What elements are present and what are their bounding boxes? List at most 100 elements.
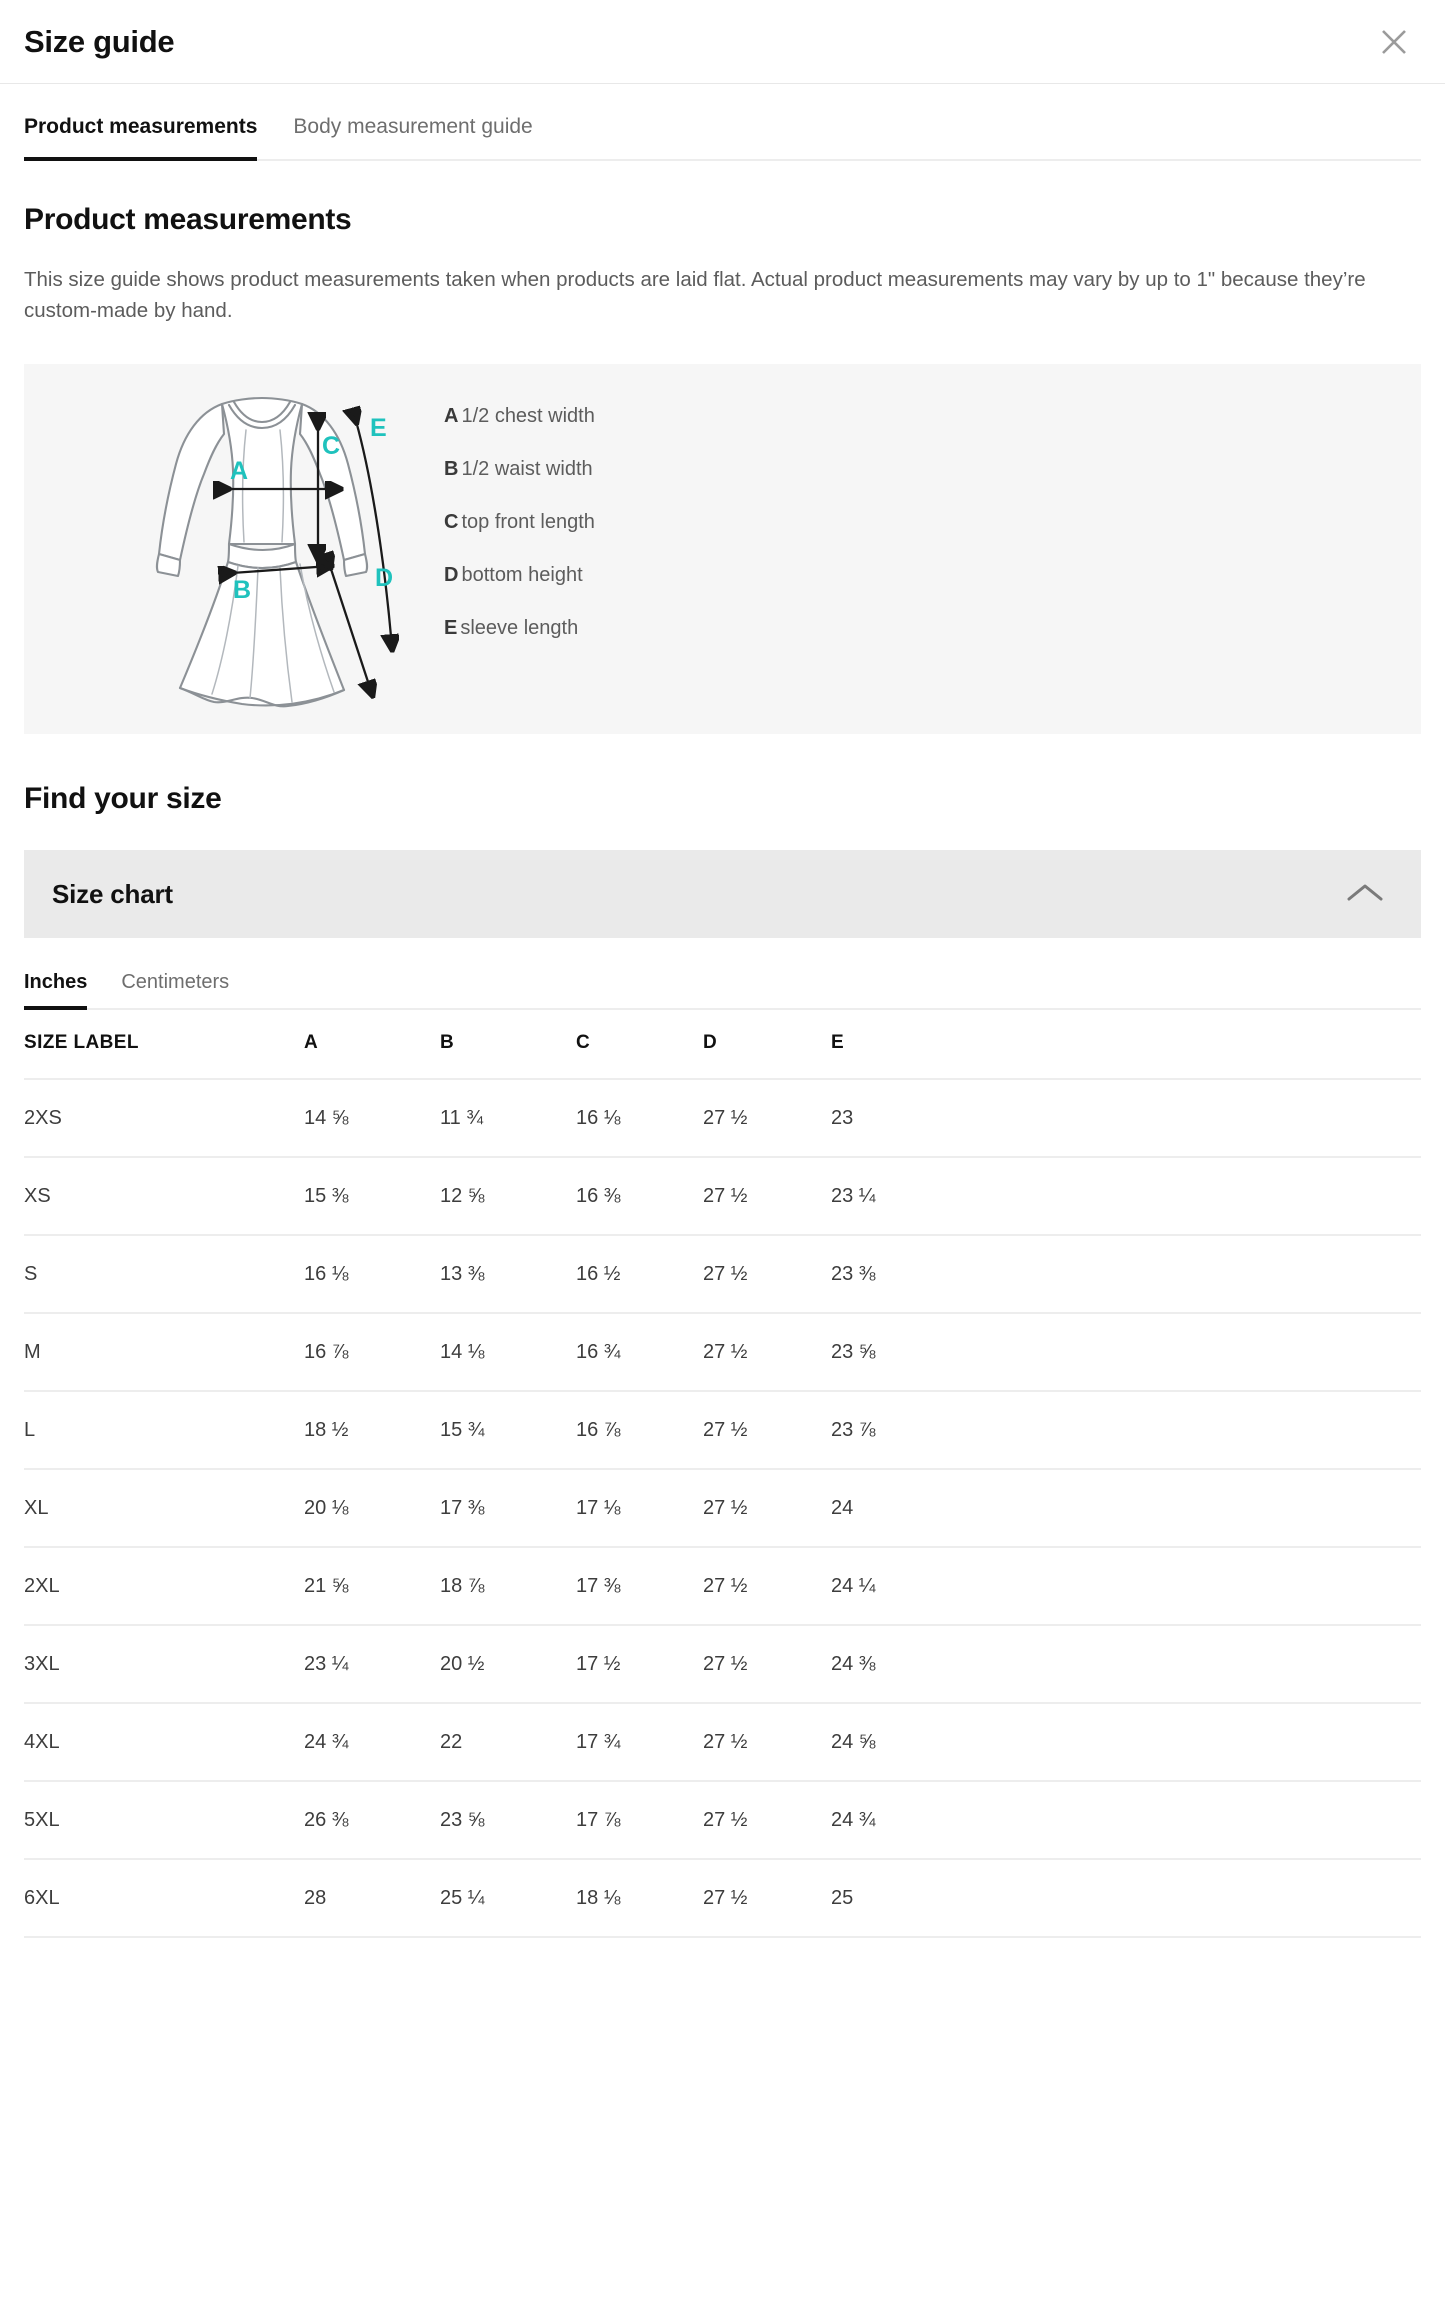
- cell-c: 17 ¾: [576, 1703, 703, 1781]
- cell-c: 16 ¾: [576, 1313, 703, 1391]
- table-row: 2XS14 ⅝11 ¾16 ⅛27 ½23: [24, 1079, 1421, 1157]
- column-header-e: E: [831, 1010, 1421, 1079]
- cell-e: 23: [831, 1079, 1421, 1157]
- chevron-up-icon: [1345, 880, 1385, 909]
- column-header-size-label: SIZE LABEL: [24, 1010, 304, 1079]
- cell-a: 18 ½: [304, 1391, 440, 1469]
- legend-item-e: Esleeve length: [444, 616, 1421, 640]
- cell-a: 28: [304, 1859, 440, 1937]
- cell-a: 23 ¼: [304, 1625, 440, 1703]
- unit-tab-bar: Inches Centimeters: [24, 938, 1421, 1010]
- cell-c: 16 ⅞: [576, 1391, 703, 1469]
- legend-key-a: A: [444, 405, 458, 427]
- legend-text-d: bottom height: [461, 564, 582, 586]
- size-chart-table-head: SIZE LABEL A B C D E: [24, 1010, 1421, 1079]
- cell-c: 16 ⅜: [576, 1157, 703, 1235]
- cell-size-label: 2XL: [24, 1547, 304, 1625]
- find-your-size-heading: Find your size: [24, 782, 1445, 816]
- cell-d: 27 ½: [703, 1469, 831, 1547]
- cell-size-label: XS: [24, 1157, 304, 1235]
- measurement-diagram-panel: A B C D E A1/2 chest width B1/2 waist wi…: [24, 364, 1421, 734]
- legend-key-b: B: [444, 458, 458, 480]
- tab-inches[interactable]: Inches: [24, 971, 87, 1010]
- cell-c: 17 ⅞: [576, 1781, 703, 1859]
- marker-d: D: [375, 564, 393, 592]
- legend-item-b: B1/2 waist width: [444, 457, 1421, 481]
- cell-d: 27 ½: [703, 1859, 831, 1937]
- product-measurements-description: This size guide shows product measuremen…: [24, 264, 1421, 326]
- tab-body-measurement-guide[interactable]: Body measurement guide: [293, 115, 532, 161]
- column-header-b: B: [440, 1010, 576, 1079]
- cell-c: 18 ⅛: [576, 1859, 703, 1937]
- legend-key-e: E: [444, 617, 457, 639]
- legend-item-a: A1/2 chest width: [444, 404, 1421, 428]
- cell-d: 27 ½: [703, 1703, 831, 1781]
- measurement-legend: A1/2 chest width B1/2 waist width Ctop f…: [444, 364, 1421, 734]
- cell-e: 24 ⅜: [831, 1625, 1421, 1703]
- tab-product-measurements[interactable]: Product measurements: [24, 115, 257, 161]
- cell-size-label: 4XL: [24, 1703, 304, 1781]
- legend-item-d: Dbottom height: [444, 563, 1421, 587]
- cell-e: 23 ¼: [831, 1157, 1421, 1235]
- cell-a: 21 ⅝: [304, 1547, 440, 1625]
- cell-a: 20 ⅛: [304, 1469, 440, 1547]
- table-row: XS15 ⅜12 ⅝16 ⅜27 ½23 ¼: [24, 1157, 1421, 1235]
- dress-illustration-icon: A B C D E: [134, 386, 424, 716]
- table-row: M16 ⅞14 ⅛16 ¾27 ½23 ⅝: [24, 1313, 1421, 1391]
- column-header-a: A: [304, 1010, 440, 1079]
- product-measurements-heading: Product measurements: [24, 203, 1421, 237]
- cell-c: 16 ½: [576, 1235, 703, 1313]
- column-header-d: D: [703, 1010, 831, 1079]
- cell-b: 20 ½: [440, 1625, 576, 1703]
- cell-e: 24 ⅝: [831, 1703, 1421, 1781]
- cell-d: 27 ½: [703, 1547, 831, 1625]
- cell-a: 24 ¾: [304, 1703, 440, 1781]
- size-chart-accordion-header[interactable]: Size chart: [24, 850, 1421, 938]
- cell-b: 13 ⅜: [440, 1235, 576, 1313]
- table-row: 5XL26 ⅜23 ⅝17 ⅞27 ½24 ¾: [24, 1781, 1421, 1859]
- table-row: 6XL2825 ¼18 ⅛27 ½25: [24, 1859, 1421, 1937]
- size-chart-table-body: 2XS14 ⅝11 ¾16 ⅛27 ½23XS15 ⅜12 ⅝16 ⅜27 ½2…: [24, 1079, 1421, 1937]
- cell-e: 23 ⅜: [831, 1235, 1421, 1313]
- cell-b: 25 ¼: [440, 1859, 576, 1937]
- cell-b: 17 ⅜: [440, 1469, 576, 1547]
- cell-e: 24: [831, 1469, 1421, 1547]
- cell-c: 17 ⅛: [576, 1469, 703, 1547]
- cell-size-label: M: [24, 1313, 304, 1391]
- marker-c: C: [322, 432, 340, 460]
- size-chart-toggle-button[interactable]: [1337, 866, 1393, 922]
- table-row: XL20 ⅛17 ⅜17 ⅛27 ½24: [24, 1469, 1421, 1547]
- cell-d: 27 ½: [703, 1235, 831, 1313]
- size-chart-title: Size chart: [52, 879, 173, 910]
- cell-size-label: 2XS: [24, 1079, 304, 1157]
- cell-d: 27 ½: [703, 1079, 831, 1157]
- cell-b: 23 ⅝: [440, 1781, 576, 1859]
- cell-size-label: XL: [24, 1469, 304, 1547]
- cell-size-label: 6XL: [24, 1859, 304, 1937]
- table-row: 3XL23 ¼20 ½17 ½27 ½24 ⅜: [24, 1625, 1421, 1703]
- cell-a: 16 ⅛: [304, 1235, 440, 1313]
- close-button[interactable]: [1371, 19, 1417, 65]
- cell-size-label: 5XL: [24, 1781, 304, 1859]
- product-measurements-section: Product measurements This size guide sho…: [0, 203, 1445, 326]
- legend-text-c: top front length: [461, 511, 594, 533]
- cell-e: 24 ¼: [831, 1547, 1421, 1625]
- cell-e: 24 ¾: [831, 1781, 1421, 1859]
- size-guide-modal: Size guide Product measurements Body mea…: [0, 0, 1445, 2324]
- cell-e: 23 ⅝: [831, 1313, 1421, 1391]
- cell-size-label: L: [24, 1391, 304, 1469]
- cell-e: 25: [831, 1859, 1421, 1937]
- legend-text-a: 1/2 chest width: [461, 405, 594, 427]
- legend-text-e: sleeve length: [460, 617, 578, 639]
- marker-a: A: [230, 457, 248, 485]
- cell-b: 12 ⅝: [440, 1157, 576, 1235]
- page-title: Size guide: [24, 24, 174, 60]
- cell-size-label: S: [24, 1235, 304, 1313]
- tab-centimeters[interactable]: Centimeters: [121, 971, 229, 1010]
- cell-b: 18 ⅞: [440, 1547, 576, 1625]
- marker-e: E: [370, 414, 387, 442]
- cell-b: 11 ¾: [440, 1079, 576, 1157]
- cell-size-label: 3XL: [24, 1625, 304, 1703]
- cell-e: 23 ⅞: [831, 1391, 1421, 1469]
- cell-d: 27 ½: [703, 1625, 831, 1703]
